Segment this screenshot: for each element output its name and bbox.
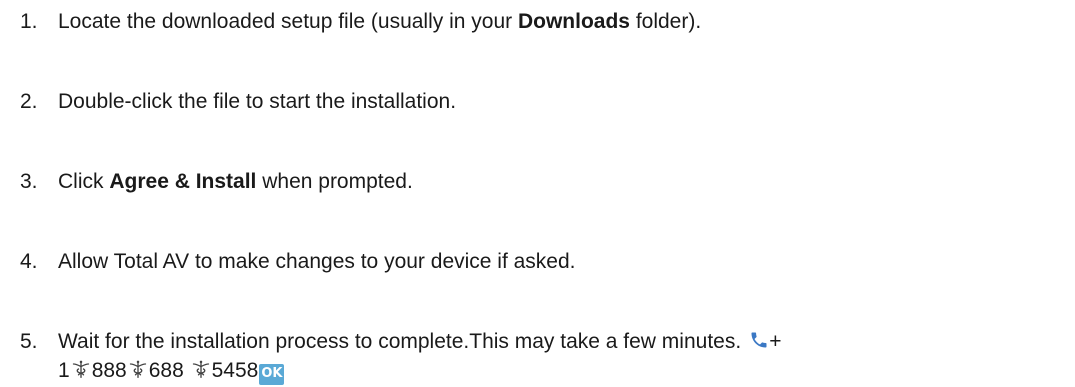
step-text: Double-click the file to start the insta… [58,90,457,113]
step-text: Wait for the installation process to com… [58,327,1055,385]
caduceus-icon [128,359,148,379]
phone-plus: + [769,330,782,353]
step-text: Locate the downloaded setup file (usuall… [58,10,702,33]
step-number: 1. [20,10,38,33]
phone-part: 888 [91,359,127,382]
step-number: 4. [20,250,38,273]
step-4: 4. Allow Total AV to make changes to you… [20,247,1055,276]
agree-install-label: Agree & Install [109,170,257,193]
ok-badge-icon: OK [259,364,285,385]
step-text: Click Agree & Install when prompted. [58,170,413,193]
phone-part: 5458 [211,359,259,382]
step-text: Allow Total AV to make changes to your d… [58,250,576,273]
step-5: 5. Wait for the installation process to … [20,327,1055,385]
step-1: 1. Locate the downloaded setup file (usu… [20,7,1055,36]
downloads-folder-label: Downloads [517,10,630,33]
step-number: 3. [20,170,38,193]
caduceus-icon [191,359,211,379]
caduceus-icon [71,359,91,379]
step-number: 5. [20,330,38,353]
step-2: 2. Double-click the file to start the in… [20,87,1055,116]
phone-part: 1 [58,359,70,382]
step-number: 2. [20,90,38,113]
step-3: 3. Click Agree & Install when prompted. [20,167,1055,196]
telephone-receiver-icon [749,330,769,350]
phone-part: 688 [148,359,190,382]
